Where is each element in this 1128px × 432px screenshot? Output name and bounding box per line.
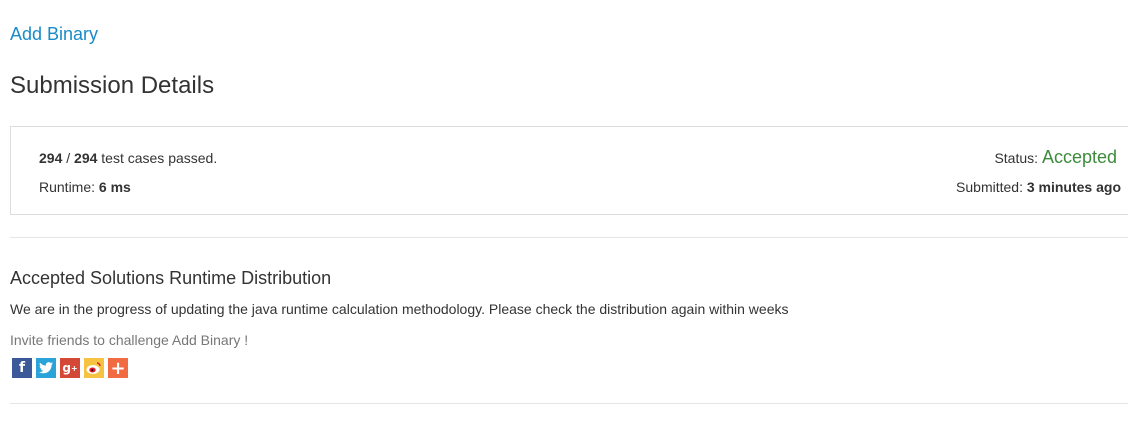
status-row: Status: Accepted (994, 147, 1117, 168)
facebook-icon[interactable]: f (12, 358, 32, 378)
divider (10, 237, 1128, 238)
runtime-label: Runtime: (39, 179, 96, 195)
distribution-title: Accepted Solutions Runtime Distribution (10, 268, 332, 288)
invite-text: Invite friends to challenge Add Binary ! (10, 332, 249, 348)
submission-details-panel: 294 / 294 test cases passed. Runtime: 6 … (10, 126, 1128, 215)
social-share-bar: f g + + (12, 358, 128, 379)
divider (10, 403, 1128, 404)
test-cases-summary: 294 / 294 test cases passed. (39, 150, 217, 166)
total-count: 294 (74, 150, 98, 166)
runtime-row: Runtime: 6 ms (39, 179, 131, 195)
submitted-row: Submitted: 3 minutes ago (956, 179, 1121, 195)
twitter-icon[interactable] (36, 358, 56, 378)
count-separator: / (66, 150, 71, 166)
problem-link[interactable]: Add Binary (10, 24, 98, 45)
page-title: Submission Details (10, 72, 215, 99)
status-label: Status: (994, 150, 1039, 166)
passed-count: 294 (39, 150, 63, 166)
distribution-note: We are in the progress of updating the j… (10, 301, 789, 317)
passed-suffix: test cases passed. (101, 150, 218, 166)
submitted-value: 3 minutes ago (1026, 179, 1121, 195)
weibo-icon[interactable] (84, 358, 104, 378)
google-plus-icon[interactable]: g + (60, 358, 80, 378)
runtime-value: 6 ms (98, 179, 131, 195)
status-badge: Accepted (1041, 147, 1117, 167)
submitted-label: Submitted: (956, 179, 1023, 195)
more-share-icon[interactable]: + (108, 358, 128, 379)
